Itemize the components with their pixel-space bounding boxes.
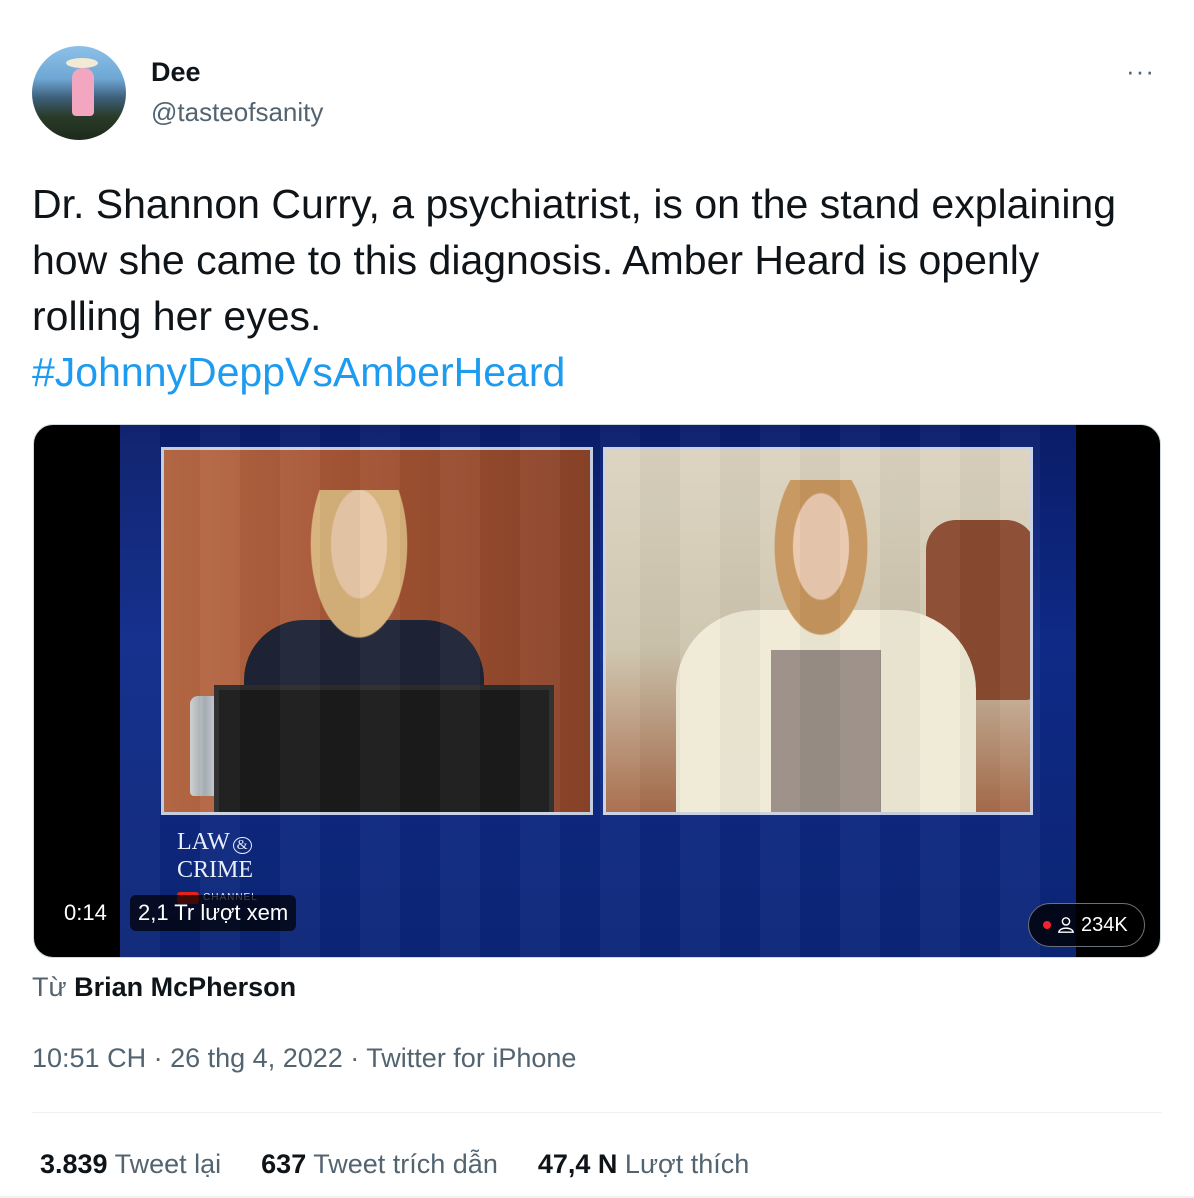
more-options-icon[interactable]: ··· — [1126, 56, 1155, 87]
author-handle[interactable]: @tasteofsanity — [151, 97, 323, 128]
courtroom-chair — [926, 520, 1030, 700]
video-timestamp: 0:14 — [56, 895, 115, 931]
live-viewers-badge: 234K — [1028, 903, 1145, 947]
avatar-hat — [66, 58, 98, 68]
monitor — [214, 685, 554, 812]
tweet-date[interactable]: 26 thg 4, 2022 — [170, 1043, 343, 1073]
tweet-client[interactable]: Twitter for iPhone — [366, 1043, 576, 1073]
defendant-shirt — [771, 650, 881, 812]
quote-tweets-stat[interactable]: 637 Tweet trích dẫn — [261, 1149, 498, 1180]
tweet-body: Dr. Shannon Curry, a psychiatrist, is on… — [32, 181, 1117, 339]
likes-label: Lượt thích — [624, 1149, 750, 1179]
avatar-figure — [72, 68, 94, 116]
tweet-text: Dr. Shannon Curry, a psychiatrist, is on… — [32, 176, 1152, 400]
logo-amp: & — [232, 837, 252, 854]
video-player[interactable]: LAW& CRIME CHANNEL 0:14 2,1 Tr lượt xem … — [33, 424, 1161, 958]
witness-figure — [294, 490, 424, 670]
quotes-count: 637 — [261, 1149, 307, 1179]
divider — [32, 1112, 1162, 1113]
live-viewers-count: 234K — [1081, 913, 1128, 936]
tweet-metadata: 10:51 CH · 26 thg 4, 2022 · Twitter for … — [32, 1043, 576, 1074]
meta-separator: · — [350, 1043, 360, 1073]
live-dot-icon — [1043, 921, 1051, 929]
water-bottle — [190, 696, 220, 796]
quotes-label: Tweet trích dẫn — [313, 1149, 498, 1179]
avatar[interactable] — [32, 46, 126, 140]
witness-jacket — [244, 620, 484, 812]
logo-line1: LAW — [177, 829, 230, 855]
previous-tweet-clipped-text — [140, 0, 840, 8]
retweets-count: 3.839 — [40, 1149, 108, 1179]
attribution-prefix: Từ — [32, 972, 67, 1002]
defendant-jacket — [676, 610, 976, 812]
video-panel-witness — [161, 447, 593, 815]
video-frame — [120, 425, 1076, 957]
retweets-stat[interactable]: 3.839 Tweet lại — [40, 1149, 221, 1180]
author-name[interactable]: Dee — [151, 57, 201, 88]
attribution-source[interactable]: Brian McPherson — [74, 972, 296, 1002]
logo-line2: CRIME — [177, 857, 254, 883]
video-views: 2,1 Tr lượt xem — [130, 895, 297, 931]
hashtag-link[interactable]: #JohnnyDeppVsAmberHeard — [32, 344, 565, 400]
person-icon — [1057, 917, 1075, 933]
retweets-label: Tweet lại — [114, 1149, 222, 1179]
video-panel-defendant — [603, 447, 1033, 815]
likes-stat[interactable]: 47,4 N Lượt thích — [538, 1149, 749, 1180]
meta-separator: · — [153, 1043, 163, 1073]
engagement-stats: 3.839 Tweet lại 637 Tweet trích dẫn 47,4… — [40, 1149, 749, 1180]
defendant-figure — [756, 480, 886, 670]
likes-count: 47,4 N — [537, 1149, 618, 1179]
tweet-time[interactable]: 10:51 CH — [32, 1043, 146, 1073]
video-attribution: Từ Brian McPherson — [32, 972, 296, 1003]
